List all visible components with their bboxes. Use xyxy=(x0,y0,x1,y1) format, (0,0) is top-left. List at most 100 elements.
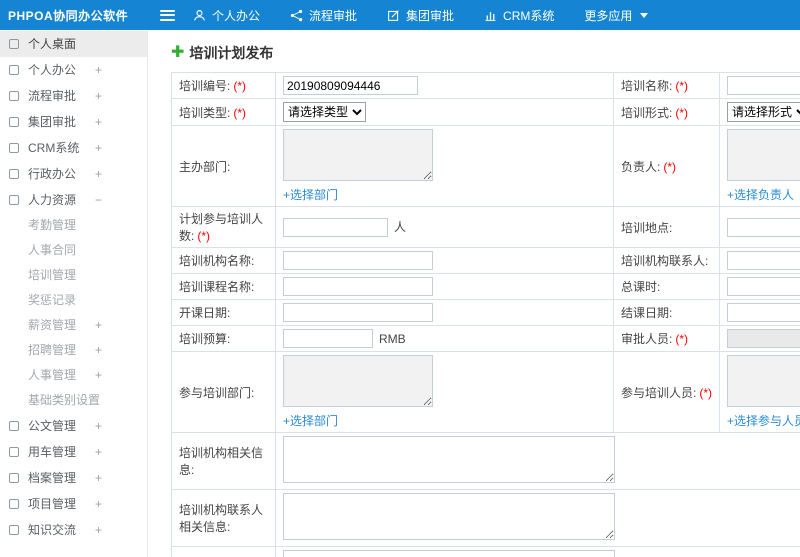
sidebar-item[interactable]: 考勤管理 xyxy=(0,213,147,238)
participants-textarea[interactable] xyxy=(727,355,800,407)
expand-icon[interactable]: − xyxy=(95,187,102,213)
sidebar-item-label: 奖惩记录 xyxy=(28,293,77,307)
sidebar-item[interactable]: 公文管理 + xyxy=(0,413,147,439)
expand-icon[interactable]: + xyxy=(95,83,102,109)
nav-item-personal-office[interactable]: 个人办公 xyxy=(193,7,260,24)
sidebar-item[interactable]: 档案管理 + xyxy=(0,465,147,491)
sidebar-item[interactable]: 奖惩记录 xyxy=(0,288,147,313)
required-mark: (*) xyxy=(663,159,677,174)
sidebar-item[interactable]: 知识交流 + xyxy=(0,517,147,543)
expand-icon[interactable]: + xyxy=(95,57,102,83)
hamburger-menu-icon[interactable] xyxy=(160,9,175,21)
sidebar-item-label: 人事合同 xyxy=(28,243,77,257)
approver-input xyxy=(727,329,800,348)
course-name-input[interactable] xyxy=(283,277,433,296)
form-row: 参与培训部门: +选择部门 参与培训人员: (*) +选择参与人员 xyxy=(171,351,800,433)
field-label: 参与培训部门: xyxy=(179,385,255,400)
car-icon xyxy=(9,447,19,457)
sidebar-item[interactable]: CRM系统 + xyxy=(0,135,147,161)
field-label: 总课时: xyxy=(621,280,661,294)
training-type-select[interactable]: 请选择类型 xyxy=(283,102,366,122)
nav-item-crm[interactable]: CRM系统 xyxy=(484,7,554,24)
select-participants-link[interactable]: +选择参与人员 xyxy=(727,412,800,429)
sidebar-item[interactable]: 个人桌面 xyxy=(0,31,147,57)
host-department-textarea[interactable] xyxy=(283,129,433,181)
leader-textarea[interactable] xyxy=(727,129,800,181)
sidebar-item-label: 用车管理 xyxy=(28,445,77,459)
expand-icon[interactable]: + xyxy=(95,517,102,543)
sidebar-item-label: 行政办公 xyxy=(28,167,77,181)
expand-icon[interactable]: + xyxy=(95,491,102,517)
nav-label: 流程审批 xyxy=(309,8,358,23)
sidebar-item-label: 考勤管理 xyxy=(28,218,77,232)
expand-icon[interactable]: + xyxy=(95,413,102,439)
expand-icon[interactable]: + xyxy=(95,313,102,338)
sidebar-item[interactable]: 人力资源 − xyxy=(0,187,147,213)
expand-icon[interactable]: + xyxy=(95,338,102,363)
sidebar-item[interactable]: 人事管理 + xyxy=(0,363,147,388)
sidebar-item[interactable]: 集团审批 + xyxy=(0,109,147,135)
sidebar-item[interactable]: 基础类别设置 xyxy=(0,388,147,413)
sidebar-item-label: CRM系统 xyxy=(28,141,80,155)
field-label: 参与培训人员: xyxy=(621,385,697,400)
org-contact-info-textarea[interactable] xyxy=(283,493,615,540)
org-info-textarea[interactable] xyxy=(283,436,615,483)
form-row: 计划参与培训人数: (*) 人 培训地点: xyxy=(171,206,800,248)
nav-label: 个人办公 xyxy=(212,8,261,23)
required-mark: (*) xyxy=(699,385,713,400)
participating-department-textarea[interactable] xyxy=(283,355,433,407)
expand-icon[interactable]: + xyxy=(95,109,102,135)
start-date-input[interactable] xyxy=(283,303,433,322)
field-label: 培训课程名称: xyxy=(179,280,255,294)
org-contact-input[interactable] xyxy=(727,251,800,270)
expand-icon[interactable]: + xyxy=(95,363,102,388)
nav-item-more-apps[interactable]: 更多应用 xyxy=(584,7,649,24)
sidebar-item-label: 个人办公 xyxy=(28,63,77,77)
sidebar-item[interactable]: 行政办公 + xyxy=(0,161,147,187)
nav-item-group-approval[interactable]: 集团审批 xyxy=(387,7,454,24)
training-form-select[interactable]: 请选择形式 xyxy=(727,102,800,122)
hr-icon xyxy=(9,195,19,205)
select-department-link[interactable]: +选择部门 xyxy=(283,186,606,203)
training-name-input[interactable] xyxy=(727,76,800,95)
required-mark: (*) xyxy=(197,229,211,243)
sidebar-item-label: 薪资管理 xyxy=(28,318,77,332)
sidebar-item-label: 档案管理 xyxy=(28,471,77,485)
nav-item-workflow-approval[interactable]: 流程审批 xyxy=(290,7,357,24)
sidebar-item[interactable]: 用车管理 + xyxy=(0,439,147,465)
required-mark: (*) xyxy=(675,332,689,346)
sidebar-item[interactable]: 招聘管理 + xyxy=(0,338,147,363)
sidebar-item[interactable]: 培训管理 xyxy=(0,263,147,288)
expand-icon[interactable]: + xyxy=(95,135,102,161)
project-icon xyxy=(9,499,19,509)
sidebar-item[interactable]: 个人办公 + xyxy=(0,57,147,83)
end-date-input[interactable] xyxy=(727,303,800,322)
sidebar-item-label: 公文管理 xyxy=(28,419,77,433)
org-name-input[interactable] xyxy=(283,251,433,270)
total-hours-input[interactable] xyxy=(727,277,800,296)
budget-input[interactable] xyxy=(283,329,373,348)
form-row: 培训课程名称: 总课时: xyxy=(171,273,800,300)
sidebar-item-label: 个人桌面 xyxy=(28,37,77,51)
expand-icon[interactable]: + xyxy=(95,439,102,465)
training-requirements-textarea[interactable] xyxy=(283,550,615,557)
select-department-link[interactable]: +选择部门 xyxy=(283,412,606,429)
required-mark: (*) xyxy=(233,105,247,120)
training-number-input[interactable] xyxy=(283,76,418,95)
select-leader-link[interactable]: +选择负责人 xyxy=(727,186,800,203)
field-label: 培训机构联系人: xyxy=(621,254,709,268)
sidebar-item[interactable]: 人事合同 xyxy=(0,238,147,263)
archive-icon xyxy=(9,473,19,483)
sidebar-item[interactable]: 薪资管理 + xyxy=(0,313,147,338)
sidebar-item-label: 知识交流 xyxy=(28,523,77,537)
sidebar-item[interactable]: 流程审批 + xyxy=(0,83,147,109)
field-label: 开课日期: xyxy=(179,306,231,320)
expand-icon[interactable]: + xyxy=(95,465,102,491)
training-location-input[interactable] xyxy=(727,217,800,237)
participant-count-input[interactable] xyxy=(283,217,388,237)
expand-icon[interactable]: + xyxy=(95,161,102,187)
sidebar-item-label: 项目管理 xyxy=(28,497,77,511)
currency-suffix: RMB xyxy=(379,331,406,346)
sidebar-item[interactable]: 项目管理 + xyxy=(0,491,147,517)
doc-icon xyxy=(9,421,19,431)
